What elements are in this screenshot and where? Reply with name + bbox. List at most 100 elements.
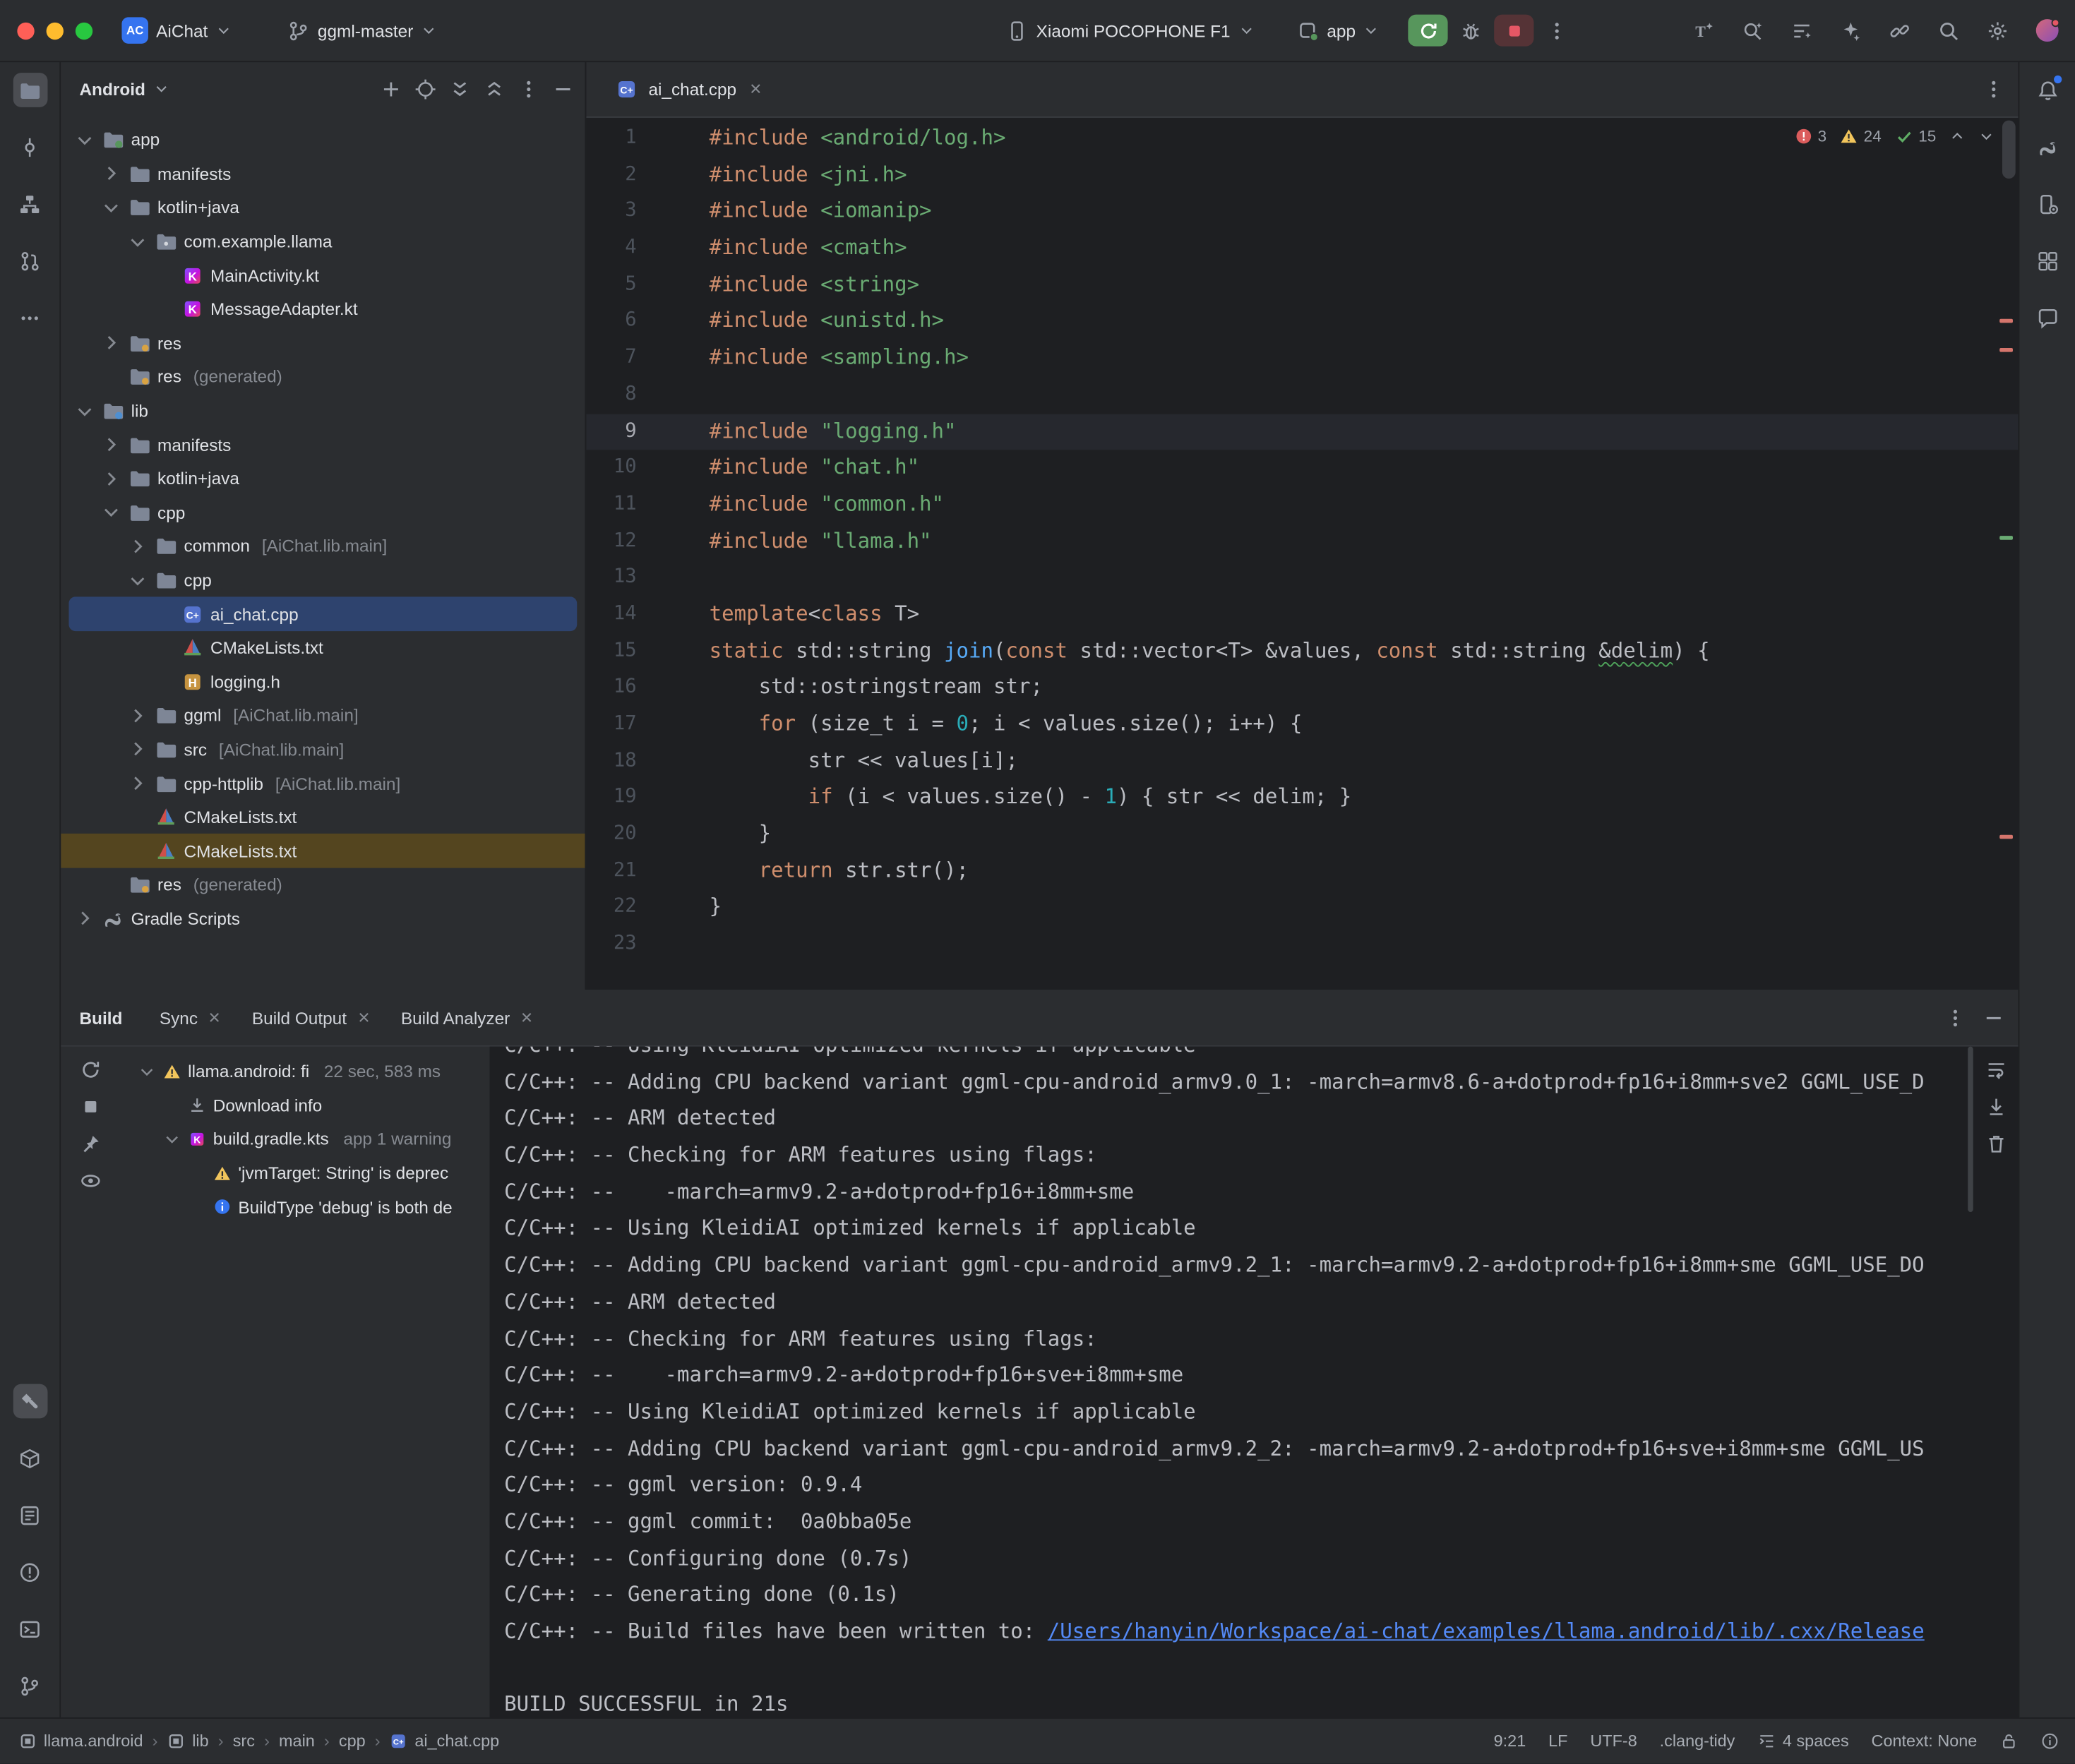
build-tree-item-buildtype-debug-is-both-de[interactable]: BuildType 'debug' is both de — [119, 1190, 490, 1224]
project-tree-item-cmakelists-txt[interactable]: CMakeLists.txt — [61, 800, 585, 834]
code-line-5[interactable]: 5#include <string> — [586, 267, 2018, 304]
settings-button[interactable] — [1980, 13, 2016, 48]
project-tree-item-mainactivity-kt[interactable]: KMainActivity.kt — [61, 258, 585, 292]
error-stripe-mark[interactable] — [1999, 319, 2013, 323]
code-line-22[interactable]: 22} — [586, 889, 2018, 926]
chevron-right-icon[interactable] — [100, 332, 121, 354]
project-tree-item-ggml[interactable]: ggml[AiChat.lib.main] — [61, 699, 585, 733]
editor-tab-ai-chat-cpp[interactable]: C+ ai_chat.cpp — [599, 61, 779, 116]
scroll-to-end-button[interactable] — [1985, 1096, 2008, 1118]
console-scrollbar-thumb[interactable] — [1968, 1047, 1973, 1212]
code-line-12[interactable]: 12#include "llama.h" — [586, 523, 2018, 560]
project-tree-item-ai-chat-cpp[interactable]: C+ai_chat.cpp — [68, 597, 577, 631]
build-console[interactable]: C/C++: -- Using KleidiAI optimized kerne… — [490, 1047, 2019, 1717]
project-tree-item-kotlin-java[interactable]: kotlin+java — [61, 462, 585, 496]
project-tree-item-manifests[interactable]: manifests — [61, 428, 585, 462]
chevron-right-icon[interactable] — [74, 908, 95, 930]
project-tree-item-gradle-scripts[interactable]: Gradle Scripts — [61, 902, 585, 936]
panel-options-button[interactable] — [518, 78, 540, 100]
hide-panel-button[interactable] — [552, 78, 575, 100]
code-line-6[interactable]: 6#include <unistd.h> — [586, 304, 2018, 340]
chevron-down-icon[interactable] — [138, 1062, 156, 1081]
breadcrumb-item-src[interactable]: src — [233, 1732, 255, 1751]
device-manager-button[interactable] — [2030, 186, 2064, 221]
build-tree-item-llama-android-fi[interactable]: llama.android: fi22 sec, 583 ms — [119, 1055, 490, 1088]
tab-sync[interactable]: Sync — [146, 1001, 236, 1034]
project-tool-button[interactable] — [13, 73, 47, 107]
project-tree-item-res[interactable]: res(generated) — [61, 360, 585, 394]
build-tree-item-download-info[interactable]: Download info — [119, 1088, 490, 1122]
project-tree-item-src[interactable]: src[AiChat.lib.main] — [61, 733, 585, 767]
ai-prompts-button[interactable] — [1784, 13, 1820, 48]
profile-avatar[interactable] — [2028, 13, 2064, 48]
breadcrumb-item-cpp[interactable]: cpp — [339, 1732, 366, 1751]
code-line-10[interactable]: 10#include "chat.h" — [586, 450, 2018, 487]
minimize-window-button[interactable] — [47, 22, 64, 39]
chevron-down-icon[interactable] — [74, 400, 95, 421]
code-line-21[interactable]: 21 return str.str(); — [586, 853, 2018, 890]
project-tree-item-cpp-httplib[interactable]: cpp-httplib[AiChat.lib.main] — [61, 767, 585, 800]
chevron-right-icon[interactable] — [100, 163, 121, 184]
chevron-right-icon[interactable] — [127, 773, 148, 794]
code-line-7[interactable]: 7#include <sampling.h> — [586, 340, 2018, 377]
structure-tool-button[interactable] — [13, 186, 47, 221]
version-control-tool-button[interactable] — [13, 1669, 47, 1703]
zoom-window-button[interactable] — [76, 22, 92, 39]
next-problem-button[interactable] — [1978, 128, 1994, 144]
build-tool-button[interactable] — [13, 1384, 47, 1419]
chevron-down-icon[interactable] — [127, 570, 148, 591]
problems-tool-button[interactable] — [13, 1554, 47, 1589]
project-tree-item-logging-h[interactable]: Hlogging.h — [61, 665, 585, 699]
indent-style[interactable]: 4 spaces — [1757, 1732, 1848, 1751]
code-line-4[interactable]: 4#include <cmath> — [586, 230, 2018, 267]
pin-icon[interactable] — [79, 1132, 102, 1155]
run-button[interactable] — [1409, 15, 1448, 47]
build-tree-item-jvmtarget-string-is-deprec[interactable]: 'jvmTarget: String' is deprec — [119, 1156, 490, 1190]
collapse-all-button[interactable] — [483, 78, 506, 100]
code-line-19[interactable]: 19 if (i < values.size() - 1) { str << d… — [586, 780, 2018, 817]
clear-console-button[interactable] — [1985, 1132, 2008, 1155]
project-tree-item-cmakelists-txt[interactable]: CMakeLists.txt — [61, 631, 585, 665]
code-line-8[interactable]: 8 — [586, 377, 2018, 414]
close-icon[interactable] — [207, 1009, 222, 1025]
locate-file-button[interactable] — [414, 78, 437, 100]
stop-sync-button[interactable] — [79, 1096, 102, 1118]
project-tree-item-res[interactable]: res(generated) — [61, 868, 585, 902]
terminal-tool-button[interactable] — [13, 1612, 47, 1646]
add-button[interactable] — [380, 78, 402, 100]
soft-wrap-button[interactable] — [1985, 1059, 2008, 1081]
code-line-16[interactable]: 16 std::ostringstream str; — [586, 670, 2018, 707]
stop-button[interactable] — [1495, 15, 1534, 47]
tab-build-analyzer[interactable]: Build Analyzer — [388, 1001, 549, 1034]
linter-status[interactable]: .clang-tidy — [1660, 1732, 1735, 1751]
code-line-9[interactable]: 9#include "logging.h" — [586, 414, 2018, 450]
ai-link-button[interactable] — [1882, 13, 1918, 48]
project-tree-item-manifests[interactable]: manifests — [61, 157, 585, 191]
run-configuration-selector[interactable]: app — [1286, 14, 1390, 47]
code-line-18[interactable]: 18 str << values[i]; — [586, 743, 2018, 780]
pull-requests-tool-button[interactable] — [13, 244, 47, 278]
rerun-sync-button[interactable] — [79, 1059, 102, 1081]
editor-scrollbar-thumb[interactable] — [2002, 121, 2016, 179]
project-tree-item-res[interactable]: res — [61, 326, 585, 360]
expand-all-button[interactable] — [448, 78, 471, 100]
project-tree-item-cpp[interactable]: cpp — [61, 563, 585, 597]
context-indicator[interactable]: Context: None — [1872, 1732, 1978, 1751]
ai-assistant-button[interactable] — [1833, 13, 1869, 48]
chevron-down-icon[interactable] — [127, 231, 148, 252]
ai-rename-button[interactable]: T — [1686, 13, 1722, 48]
hide-build-panel-button[interactable] — [1983, 1006, 2005, 1028]
chevron-right-icon[interactable] — [100, 468, 121, 489]
running-devices-button[interactable] — [2030, 244, 2064, 278]
code-line-17[interactable]: 17 for (size_t i = 0; i < values.size();… — [586, 707, 2018, 743]
chevron-down-icon[interactable] — [100, 197, 121, 218]
chevron-down-icon[interactable] — [100, 502, 121, 523]
project-tree-item-cpp[interactable]: cpp — [61, 496, 585, 529]
close-tab-icon[interactable] — [747, 80, 763, 96]
error-stripe-mark[interactable] — [1999, 348, 2013, 352]
lock-icon[interactable] — [1999, 1732, 2018, 1751]
dependencies-tool-button[interactable] — [13, 1441, 47, 1475]
project-tree-item-kotlin-java[interactable]: kotlin+java — [61, 191, 585, 224]
tab-build-output[interactable]: Build Output — [239, 1001, 385, 1034]
chevron-right-icon[interactable] — [100, 434, 121, 455]
